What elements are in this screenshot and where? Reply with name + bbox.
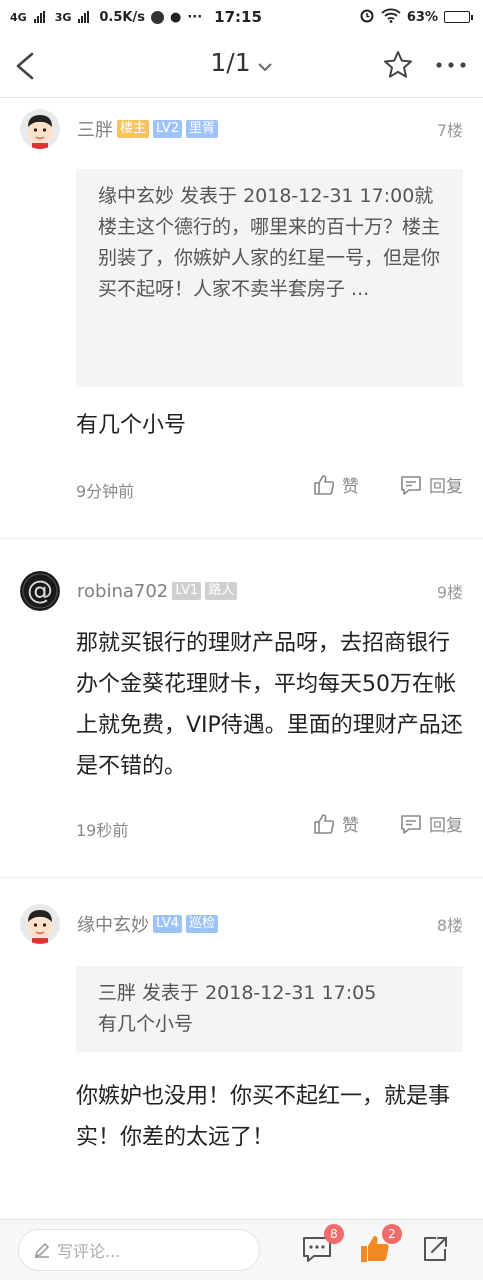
bottom-bar: 写评论... 8 2 bbox=[0, 1219, 483, 1280]
comment-placeholder: 写评论... bbox=[57, 1242, 121, 1261]
avatar[interactable] bbox=[20, 904, 60, 944]
avatar[interactable] bbox=[20, 109, 60, 149]
post-floor-9: @ robina702 LV1 路人 9楼 那就买银行的理财产品呀，去招商银行办… bbox=[0, 539, 483, 878]
post-footer: 19秒前 赞 回复 bbox=[76, 797, 463, 877]
share-button[interactable] bbox=[418, 1232, 452, 1266]
qq-icon: ● bbox=[169, 9, 182, 25]
thumbs-up-icon bbox=[314, 474, 335, 495]
floor-number: 7楼 bbox=[436, 121, 463, 140]
clock-time: 17:15 bbox=[214, 8, 262, 26]
avatar[interactable]: @ bbox=[20, 571, 60, 611]
level-badge: LV1 bbox=[172, 582, 202, 600]
network-label: 4G bbox=[10, 10, 27, 24]
chevron-down-icon bbox=[257, 50, 273, 79]
quoted-post[interactable]: 三胖 发表于 2018-12-31 17:05 有几个小号 bbox=[76, 966, 463, 1052]
more-dots-icon bbox=[436, 62, 466, 68]
reply-bubble-icon bbox=[401, 814, 421, 834]
signal-icon-2 bbox=[78, 11, 90, 23]
post-footer: 9分钟前 赞 回复 bbox=[76, 458, 463, 538]
share-icon bbox=[424, 1237, 447, 1261]
post-time: 9分钟前 bbox=[76, 482, 135, 501]
post-header: @ robina702 LV1 路人 9楼 bbox=[20, 561, 463, 621]
net-speed: 0.5K/s bbox=[99, 9, 145, 25]
title-badge: 里胥 bbox=[186, 120, 219, 138]
battery-percent: 63% bbox=[406, 9, 438, 25]
status-bar: 4G 3G 0.5K/s ● ··· 17:15 63% bbox=[0, 0, 483, 34]
post-time: 19秒前 bbox=[76, 821, 129, 840]
post-text: 有几个小号 bbox=[76, 413, 187, 438]
battery-icon bbox=[444, 11, 473, 23]
post-list: 三胖 楼主 LV2 里胥 7楼 缘中玄妙 发表于 2018-12-31 17:0… bbox=[0, 99, 483, 1219]
signal-icon bbox=[33, 11, 45, 23]
browser-icon bbox=[150, 10, 164, 24]
username[interactable]: robina702 bbox=[77, 581, 168, 602]
like-label: 赞 bbox=[342, 816, 359, 836]
favorite-button[interactable] bbox=[381, 48, 415, 82]
quoted-post[interactable]: 缘中玄妙 发表于 2018-12-31 17:00就楼主这个德行的，哪里来的百十… bbox=[76, 169, 463, 387]
level-badge: LV2 bbox=[153, 120, 182, 138]
post-header: 三胖 楼主 LV2 里胥 7楼 bbox=[20, 99, 463, 159]
reply-button[interactable]: 回复 bbox=[399, 811, 463, 836]
reply-label: 回复 bbox=[429, 816, 463, 836]
star-icon bbox=[384, 51, 412, 78]
reply-button[interactable]: 回复 bbox=[399, 472, 463, 497]
username[interactable]: 缘中玄妙 bbox=[77, 911, 149, 937]
comments-button[interactable]: 8 bbox=[300, 1224, 344, 1266]
floor-number: 8楼 bbox=[436, 916, 463, 935]
more-button[interactable] bbox=[433, 48, 469, 82]
post-text: 你嫉妒也没用！你买不起红一，就是事实！你差的太远了！ bbox=[76, 1084, 451, 1150]
post-floor-8: 缘中玄妙 LV4 巡检 8楼 三胖 发表于 2018-12-31 17:05 有… bbox=[0, 878, 483, 1158]
page-indicator: 1/1 bbox=[210, 48, 251, 77]
title-badge: 巡检 bbox=[185, 915, 218, 933]
pencil-icon bbox=[34, 1242, 50, 1258]
post-text: 那就买银行的理财产品呀，去招商银行办个金葵花理财卡，平均每天50万在帐上就免费，… bbox=[76, 631, 463, 779]
likes-count-badge: 2 bbox=[382, 1224, 402, 1244]
network-label-2: 3G bbox=[54, 10, 72, 24]
nav-bar: 1/1 bbox=[0, 34, 483, 98]
username[interactable]: 三胖 bbox=[77, 116, 113, 142]
thumbs-up-icon bbox=[314, 813, 335, 834]
like-label: 赞 bbox=[342, 477, 359, 497]
post-header: 缘中玄妙 LV4 巡检 8楼 bbox=[20, 894, 463, 954]
post-floor-7: 三胖 楼主 LV2 里胥 7楼 缘中玄妙 发表于 2018-12-31 17:0… bbox=[0, 99, 483, 539]
level-badge: LV4 bbox=[153, 915, 182, 933]
like-button[interactable]: 赞 bbox=[312, 811, 359, 836]
owner-badge: 楼主 bbox=[117, 120, 150, 138]
floor-number: 9楼 bbox=[436, 583, 463, 602]
reply-label: 回复 bbox=[429, 477, 463, 497]
wifi-icon bbox=[381, 7, 401, 27]
title-badge: 路人 bbox=[205, 582, 238, 600]
comment-input[interactable]: 写评论... bbox=[18, 1229, 260, 1271]
comments-count-badge: 8 bbox=[324, 1224, 344, 1244]
likes-button[interactable]: 2 bbox=[358, 1224, 402, 1266]
reply-bubble-icon bbox=[401, 475, 421, 495]
svg-text:@: @ bbox=[27, 576, 53, 606]
alarm-icon bbox=[359, 7, 375, 27]
like-button[interactable]: 赞 bbox=[312, 472, 359, 497]
more-notifications-icon: ··· bbox=[187, 9, 203, 25]
